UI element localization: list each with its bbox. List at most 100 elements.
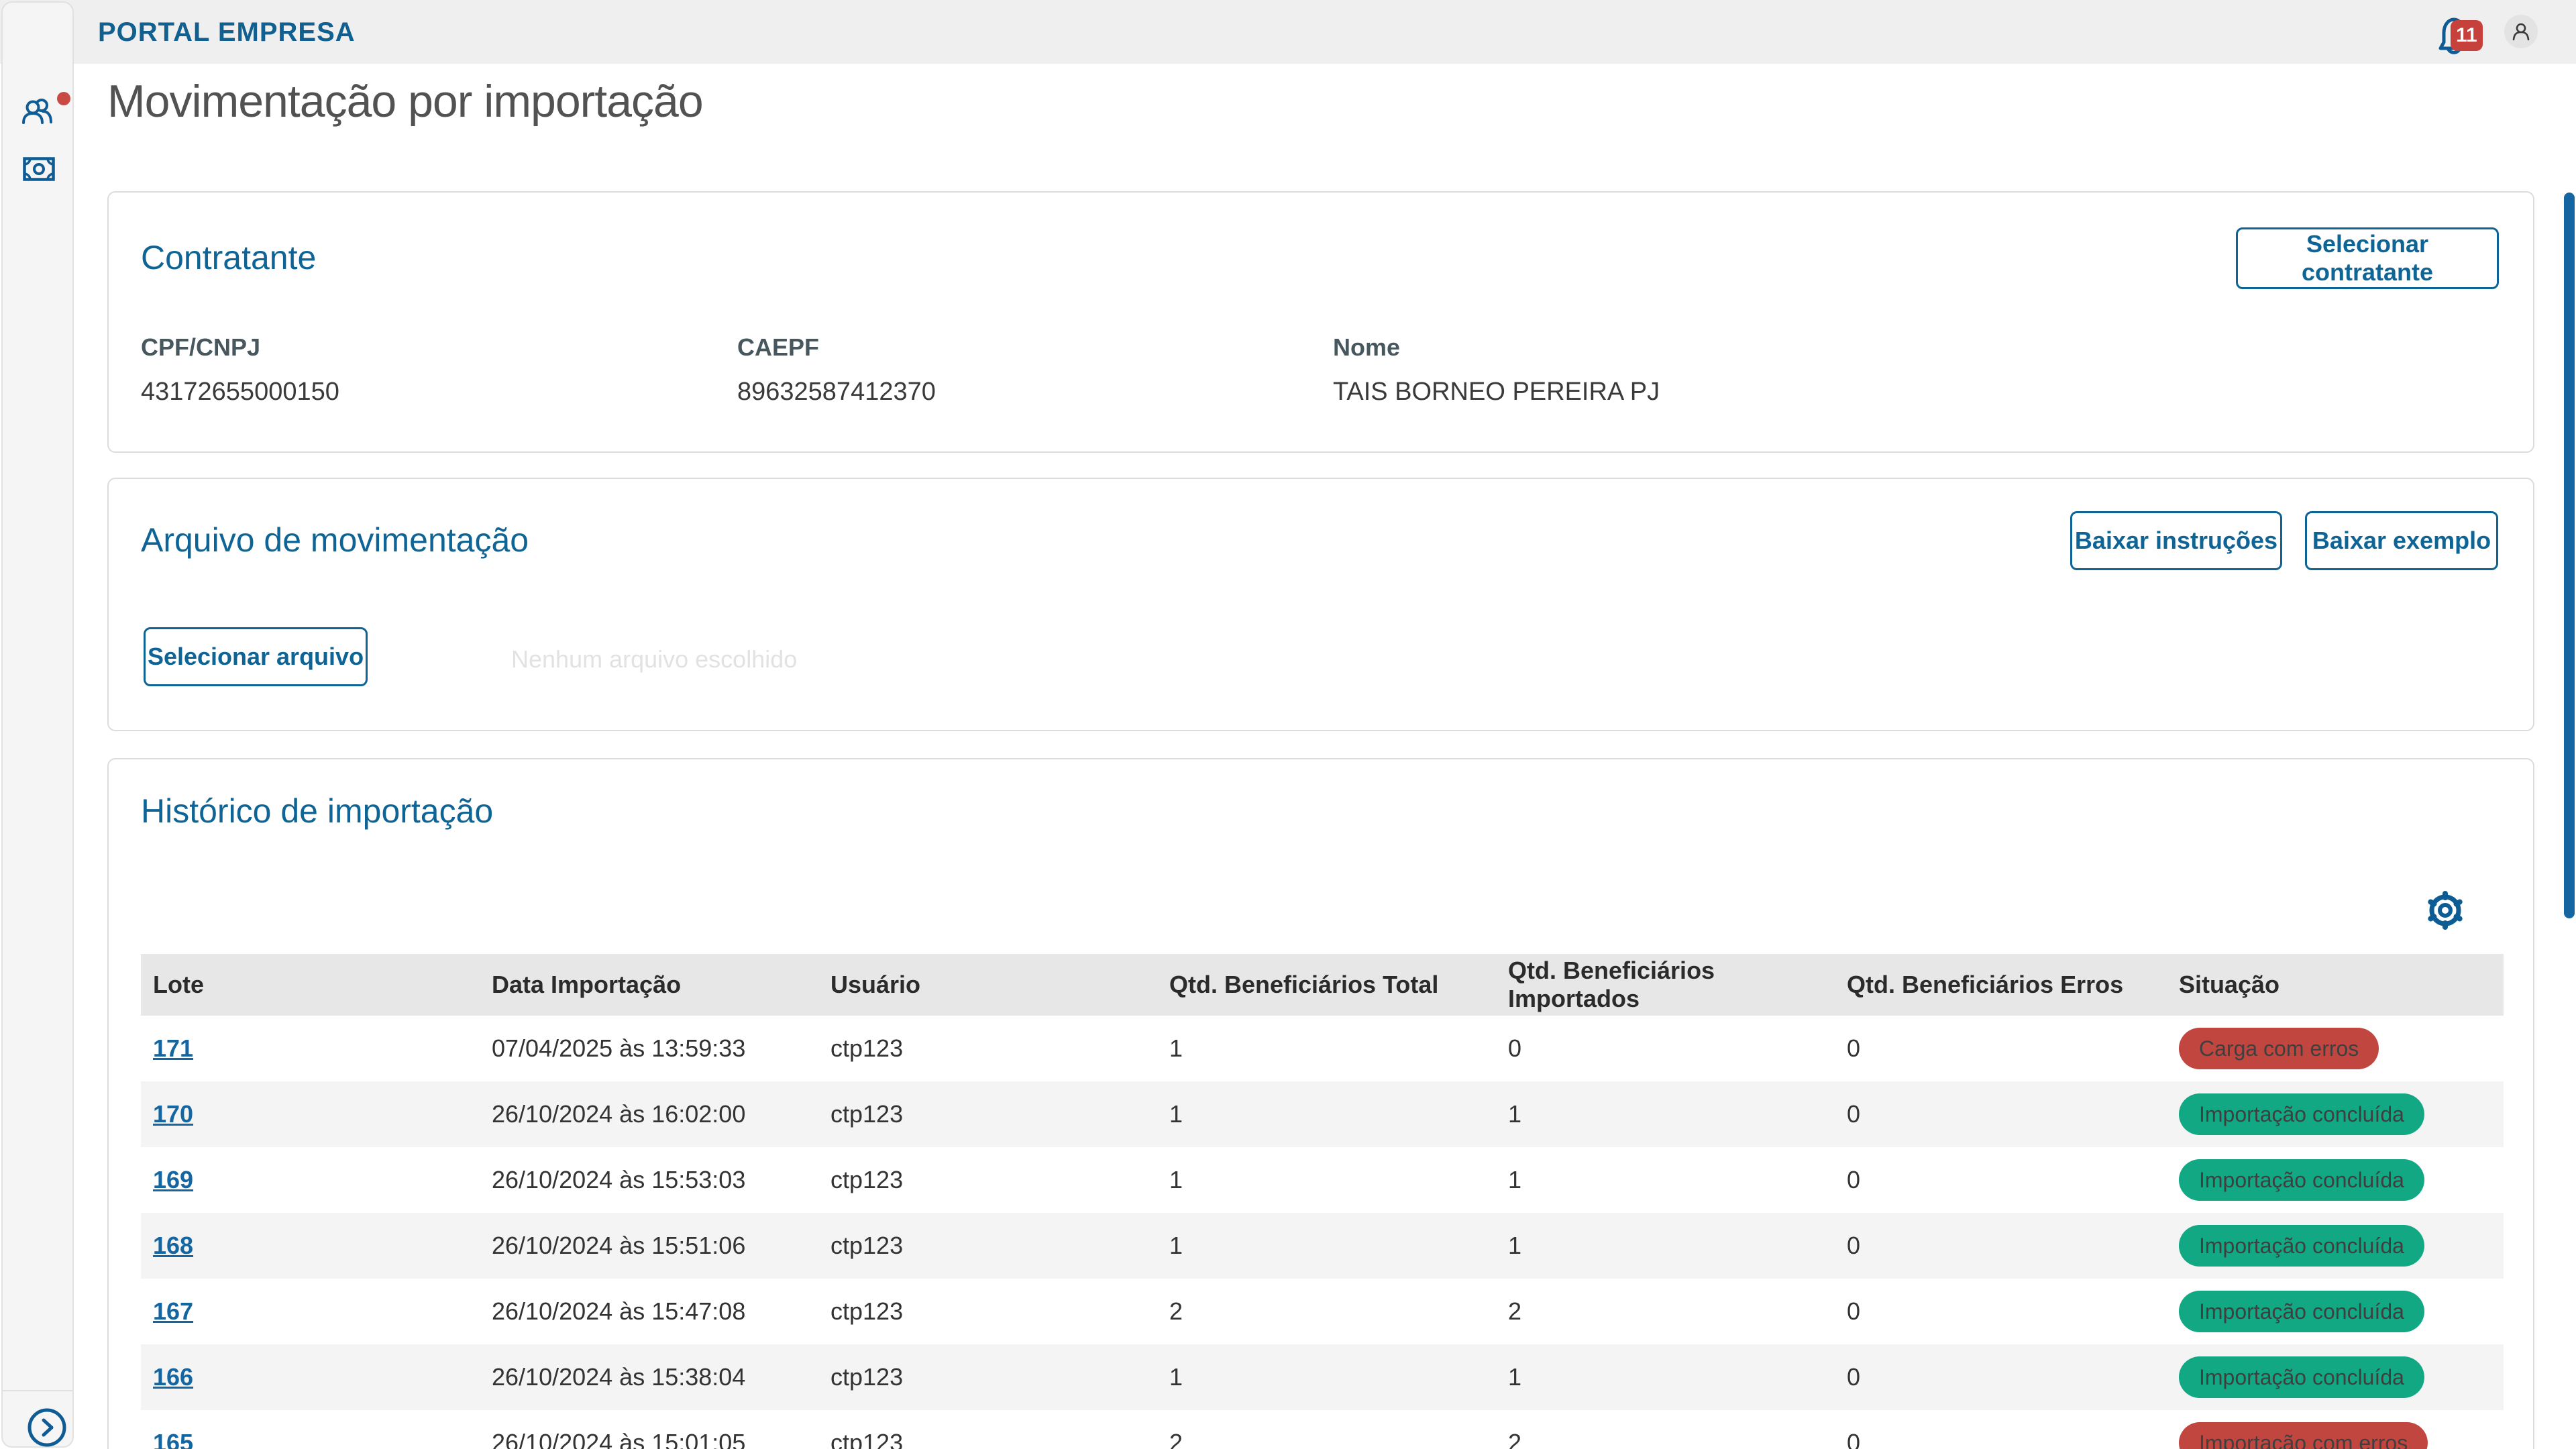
cell-lote: 169 [141, 1166, 480, 1194]
cell-situacao: Importação concluída [2167, 1093, 2504, 1135]
status-badge: Importação concluída [2179, 1159, 2424, 1201]
users-icon [21, 98, 56, 125]
caepf-label: CAEPF [737, 333, 936, 362]
nome-value: TAIS BORNEO PEREIRA PJ [1333, 378, 1660, 407]
col-qtd-erros: Qtd. Beneficiários Erros [1835, 971, 2167, 999]
cell-usuario: ctp123 [818, 1100, 1157, 1128]
lote-link[interactable]: 165 [153, 1429, 193, 1449]
arquivo-card: Arquivo de movimentação Baixar instruçõe… [107, 478, 2534, 731]
cell-qtd-total: 2 [1157, 1297, 1496, 1326]
no-file-chosen-text: Nenhum arquivo escolhido [511, 645, 797, 674]
contratante-title: Contratante [141, 238, 316, 277]
gear-icon [2423, 888, 2467, 932]
cell-usuario: ctp123 [818, 1166, 1157, 1194]
cell-data-importacao: 26/10/2024 às 15:53:03 [480, 1166, 818, 1194]
contratante-card: Contratante Selecionar contratante CPF/C… [107, 191, 2534, 453]
cell-data-importacao: 26/10/2024 às 15:51:06 [480, 1232, 818, 1260]
cell-data-importacao: 26/10/2024 às 15:01:05 [480, 1429, 818, 1449]
chevron-right-circle-icon [27, 1407, 67, 1448]
cell-qtd-importados: 2 [1496, 1297, 1835, 1326]
table-settings-button[interactable] [2423, 888, 2467, 932]
status-badge: Carga com erros [2179, 1028, 2379, 1069]
download-instructions-button[interactable]: Baixar instruções [2070, 511, 2282, 570]
cpf-cnpj-field: CPF/CNPJ 43172655000150 [141, 333, 339, 407]
notification-count-badge[interactable]: 11 [2451, 20, 2483, 51]
cell-qtd-erros: 0 [1835, 1363, 2167, 1391]
cell-situacao: Importação concluída [2167, 1356, 2504, 1398]
table-body: 17107/04/2025 às 13:59:33ctp123100Carga … [141, 1016, 2504, 1449]
table-row: 17026/10/2024 às 16:02:00ctp123110Import… [141, 1081, 2504, 1147]
status-badge: Importação concluída [2179, 1291, 2424, 1332]
lote-link[interactable]: 168 [153, 1232, 193, 1259]
cell-qtd-total: 1 [1157, 1166, 1496, 1194]
cell-qtd-erros: 0 [1835, 1034, 2167, 1063]
cell-usuario: ctp123 [818, 1034, 1157, 1063]
select-file-button[interactable]: Selecionar arquivo [144, 627, 368, 686]
top-header-bar [0, 0, 2576, 64]
arquivo-title: Arquivo de movimentação [141, 521, 529, 559]
cell-qtd-erros: 0 [1835, 1166, 2167, 1194]
historico-card: Histórico de importação Lote Data Import… [107, 758, 2534, 1449]
cell-qtd-total: 1 [1157, 1100, 1496, 1128]
page-title: Movimentação por importação [107, 75, 703, 127]
cell-data-importacao: 26/10/2024 às 15:47:08 [480, 1297, 818, 1326]
lote-link[interactable]: 170 [153, 1100, 193, 1128]
cell-situacao: Importação concluída [2167, 1225, 2504, 1267]
col-lote: Lote [141, 971, 480, 999]
sidebar-item-financial[interactable] [23, 157, 55, 181]
cell-qtd-total: 2 [1157, 1429, 1496, 1449]
cell-data-importacao: 26/10/2024 às 16:02:00 [480, 1100, 818, 1128]
cell-lote: 171 [141, 1034, 480, 1063]
cell-situacao: Importação concluída [2167, 1159, 2504, 1201]
status-badge: Importação concluída [2179, 1356, 2424, 1398]
sidebar-notification-dot [57, 92, 70, 105]
banknote-icon [23, 157, 55, 181]
cell-usuario: ctp123 [818, 1429, 1157, 1449]
caepf-value: 89632587412370 [737, 378, 936, 407]
cpf-cnpj-label: CPF/CNPJ [141, 333, 339, 362]
brand-title: PORTAL EMPRESA [98, 17, 356, 48]
cell-qtd-importados: 2 [1496, 1429, 1835, 1449]
historico-title: Histórico de importação [141, 792, 493, 830]
portal-empresa-page: PORTAL EMPRESA 11 [0, 0, 2576, 1449]
cell-qtd-importados: 1 [1496, 1166, 1835, 1194]
col-qtd-importados: Qtd. Beneficiários Importados [1496, 957, 1835, 1013]
table-row: 16826/10/2024 às 15:51:06ctp123110Import… [141, 1213, 2504, 1279]
col-data-importacao: Data Importação [480, 971, 818, 999]
cell-data-importacao: 07/04/2025 às 13:59:33 [480, 1034, 818, 1063]
cell-data-importacao: 26/10/2024 às 15:38:04 [480, 1363, 818, 1391]
lote-link[interactable]: 167 [153, 1297, 193, 1325]
cell-qtd-importados: 1 [1496, 1232, 1835, 1260]
sidebar-divider [3, 1390, 72, 1391]
cell-usuario: ctp123 [818, 1297, 1157, 1326]
user-avatar[interactable] [2504, 15, 2538, 48]
cell-usuario: ctp123 [818, 1232, 1157, 1260]
status-badge: Importação concluída [2179, 1093, 2424, 1135]
cell-qtd-erros: 0 [1835, 1429, 2167, 1449]
cell-lote: 165 [141, 1429, 480, 1449]
cell-usuario: ctp123 [818, 1363, 1157, 1391]
lote-link[interactable]: 166 [153, 1363, 193, 1391]
cell-lote: 166 [141, 1363, 480, 1391]
cell-qtd-erros: 0 [1835, 1232, 2167, 1260]
cell-qtd-importados: 1 [1496, 1100, 1835, 1128]
select-contratante-button[interactable]: Selecionar contratante [2236, 227, 2499, 289]
vertical-scrollbar-thumb[interactable] [2564, 193, 2575, 918]
expand-sidebar-button[interactable] [27, 1407, 67, 1448]
cell-qtd-erros: 0 [1835, 1100, 2167, 1128]
status-badge: Importação com erros [2179, 1422, 2428, 1449]
lote-link[interactable]: 171 [153, 1034, 193, 1062]
cell-qtd-total: 1 [1157, 1363, 1496, 1391]
cell-qtd-importados: 0 [1496, 1034, 1835, 1063]
cell-lote: 167 [141, 1297, 480, 1326]
lote-link[interactable]: 169 [153, 1166, 193, 1193]
table-row: 16726/10/2024 às 15:47:08ctp123220Import… [141, 1279, 2504, 1344]
status-badge: Importação concluída [2179, 1225, 2424, 1267]
download-example-button[interactable]: Baixar exemplo [2305, 511, 2498, 570]
user-avatar-icon [2509, 19, 2533, 44]
sidebar-item-beneficiaries[interactable] [21, 98, 56, 125]
table-row: 16926/10/2024 às 15:53:03ctp123110Import… [141, 1147, 2504, 1213]
cell-situacao: Importação com erros [2167, 1422, 2504, 1449]
col-qtd-total: Qtd. Beneficiários Total [1157, 971, 1496, 999]
table-header-row: Lote Data Importação Usuário Qtd. Benefi… [141, 954, 2504, 1016]
